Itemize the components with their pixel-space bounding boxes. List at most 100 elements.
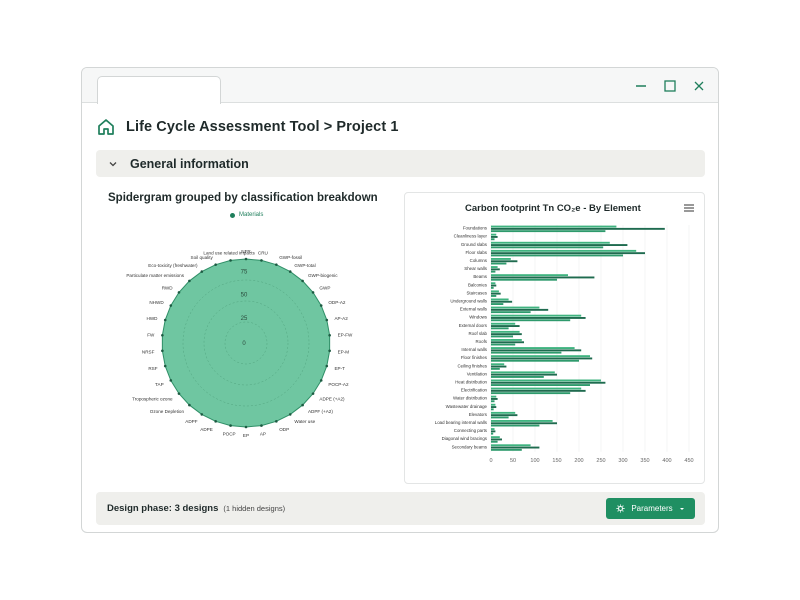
bar	[491, 330, 520, 333]
spider-point	[319, 304, 323, 307]
y-category-label: Balconies	[468, 282, 488, 287]
spider-axis-label: GWP-total	[294, 263, 315, 268]
bar	[491, 319, 571, 322]
bar	[491, 274, 568, 277]
spider-point	[188, 279, 191, 283]
spider-area	[161, 258, 331, 428]
spider-axis-label: ODP	[279, 427, 289, 432]
bar	[491, 308, 549, 311]
bar	[491, 414, 518, 417]
spider-axis-label: ADPF (+A2)	[308, 409, 333, 414]
y-category-label: Ventilation	[467, 371, 488, 376]
y-category-label: Floor slabs	[466, 250, 488, 255]
spider-axis-label: Land use related impacts	[203, 251, 255, 256]
spider-tick-label: 75	[241, 270, 248, 276]
bar	[491, 416, 509, 419]
x-tick-label: 50	[510, 458, 516, 464]
section-title: General information	[130, 156, 249, 171]
footer-bar: Design phase: 3 designs (1 hidden design…	[96, 492, 705, 525]
spider-point	[325, 318, 329, 322]
y-category-label: Heat distribution	[455, 380, 487, 385]
spider-axis-label: AP-A2	[334, 316, 348, 321]
spider-axis-label: Eco-toxicity (freshwater)	[148, 263, 198, 268]
spider-axis-label: CRU	[258, 251, 268, 256]
chevron-down-icon[interactable]	[108, 159, 118, 169]
spider-point	[229, 424, 232, 427]
bar	[491, 284, 497, 287]
spider-axis-label: EP-T	[334, 366, 345, 371]
close-icon[interactable]	[690, 77, 708, 95]
spider-point	[161, 333, 164, 337]
spider-axis-label: Particulate matter emissions	[126, 273, 184, 278]
bar	[491, 395, 497, 398]
y-category-label: Load bearing internal walls	[435, 420, 488, 425]
maximize-icon[interactable]	[661, 77, 679, 95]
bar	[491, 300, 513, 303]
design-phase-note: (1 hidden designs)	[223, 504, 286, 513]
spider-point	[177, 392, 181, 395]
y-category-label: Secondary beams	[452, 444, 488, 449]
y-category-label: Foundations	[463, 226, 488, 231]
bar	[491, 306, 540, 309]
y-category-label: External doors	[459, 323, 488, 328]
bar	[491, 387, 582, 390]
y-category-label: Roofs	[476, 339, 488, 344]
bar	[491, 365, 507, 368]
y-category-label: Beams	[473, 274, 487, 279]
chart-menu-icon[interactable]	[684, 204, 694, 212]
bar	[491, 406, 497, 408]
bar	[491, 392, 571, 395]
bar	[491, 290, 499, 293]
spider-axis-label: Water use	[294, 419, 315, 424]
spider-point	[244, 425, 248, 429]
x-tick-label: 100	[530, 458, 539, 464]
y-category-label: External walls	[460, 307, 488, 312]
bar	[491, 233, 497, 236]
spider-axis-label: NRSF	[142, 349, 155, 354]
bar	[491, 379, 601, 382]
section-header-general-information[interactable]: General information	[96, 150, 705, 177]
minimize-icon[interactable]	[632, 77, 650, 95]
bar	[491, 376, 544, 378]
bar	[491, 400, 495, 403]
parameters-button[interactable]: Parameters	[606, 498, 695, 519]
bar	[491, 424, 540, 427]
bar	[491, 225, 617, 228]
bar	[491, 343, 516, 346]
bar	[491, 408, 494, 411]
bar-grid	[490, 225, 690, 452]
spidergram-legend[interactable]: Materials	[230, 212, 263, 218]
bar	[491, 349, 582, 352]
design-phase-label: Design phase: 3 designs	[107, 503, 219, 514]
bar	[491, 268, 500, 271]
bar	[491, 262, 507, 265]
browser-tab[interactable]	[97, 76, 221, 104]
home-icon[interactable]	[96, 117, 116, 137]
spider-axis-label: ODP-A2	[328, 300, 346, 305]
spider-axis-label: NHWD	[149, 300, 164, 305]
spider-point	[177, 291, 181, 294]
bar	[491, 295, 497, 297]
spider-point	[325, 364, 329, 368]
title-bar	[82, 68, 718, 104]
bar	[491, 359, 579, 362]
bar	[491, 325, 520, 327]
bar	[491, 278, 557, 281]
y-category-label: Wastewater drainage	[446, 404, 488, 409]
bar-chart-title-text: Carbon footprint Tn CO₂e - By Element	[465, 203, 641, 214]
bar	[491, 371, 555, 374]
y-category-label: Internal walls	[461, 347, 487, 352]
bar	[491, 335, 513, 338]
x-tick-label: 200	[574, 458, 583, 464]
spider-point	[161, 349, 164, 353]
x-tick-label: 0	[489, 458, 492, 464]
spider-point	[214, 420, 217, 423]
spider-axis-label: EP	[243, 433, 249, 438]
y-category-label: Shear walls	[464, 266, 487, 271]
y-category-label: Staircases	[467, 290, 488, 295]
bar	[491, 227, 665, 230]
bar	[491, 282, 496, 285]
bar	[491, 286, 494, 289]
bar	[491, 252, 645, 255]
spider-point	[275, 263, 278, 266]
